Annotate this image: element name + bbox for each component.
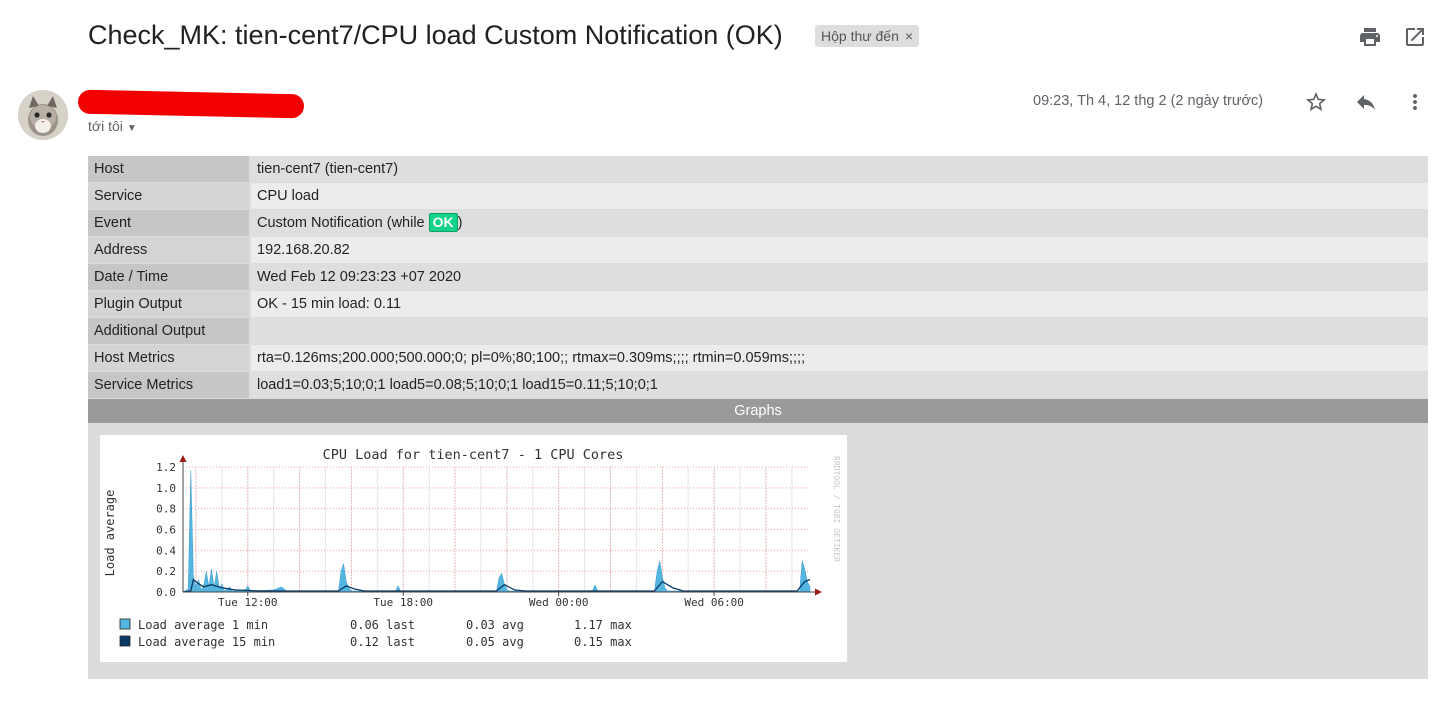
row-key: Event: [88, 210, 249, 236]
x-axis-arrow-icon: [815, 588, 822, 596]
row-key: Date / Time: [88, 264, 249, 290]
row-key: Service: [88, 183, 249, 209]
row-key: Plugin Output: [88, 291, 249, 317]
open-in-new-icon[interactable]: [1403, 25, 1427, 49]
more-vert-icon[interactable]: [1403, 90, 1427, 114]
table-row-host-metrics: Host Metrics rta=0.126ms;200.000;500.000…: [88, 345, 1428, 371]
event-text-prefix: Custom Notification (while: [257, 215, 429, 231]
table-row-service: Service CPU load: [88, 183, 1428, 209]
legend-max-value: 0.15 max: [574, 635, 632, 649]
legend-max-value: 1.17 max: [574, 618, 632, 632]
x-tick-label: Tue 12:00: [218, 596, 278, 609]
row-value: tien-cent7 (tien-cent7): [251, 156, 1428, 182]
row-value: Custom Notification (while OK): [251, 210, 1428, 236]
legend-series-name: Load average 15 min: [138, 635, 275, 649]
chart-y-axis-label: Load average: [103, 490, 117, 577]
legend-swatch: [119, 635, 131, 647]
legend-series-name: Load average 1 min: [138, 618, 268, 632]
legend-avg-value: 0.03 avg: [466, 618, 524, 632]
y-tick-label: 0.6: [156, 524, 176, 537]
inbox-label-chip[interactable]: Hộp thư đến ×: [815, 25, 920, 47]
row-key: Service Metrics: [88, 372, 249, 398]
y-axis-arrow-icon: [179, 455, 187, 462]
notification-body: Host tien-cent7 (tien-cent7) Service CPU…: [88, 156, 1428, 679]
legend-last-value: 0.06 last: [350, 618, 415, 632]
y-tick-label: 0.4: [156, 544, 176, 557]
table-row-host: Host tien-cent7 (tien-cent7): [88, 156, 1428, 182]
row-value: OK - 15 min load: 0.11: [251, 291, 1428, 317]
table-row-address: Address 192.168.20.82: [88, 237, 1428, 263]
row-value: [251, 318, 1428, 344]
reply-icon[interactable]: [1354, 90, 1378, 114]
cpu-load-chart: CPU Load for tien-cent7 - 1 CPU Cores Lo…: [103, 447, 841, 649]
inbox-label-text: Hộp thư đến: [821, 28, 899, 44]
legend-avg-value: 0.05 avg: [466, 635, 524, 649]
ok-state-badge: OK: [428, 213, 458, 232]
y-tick-label: 1.2: [156, 461, 176, 474]
cpu-load-graph[interactable]: CPU Load for tien-cent7 - 1 CPU Cores Lo…: [100, 435, 847, 662]
chart-title: CPU Load for tien-cent7 - 1 CPU Cores: [323, 447, 624, 463]
table-row-service-metrics: Service Metrics load1=0.03;5;10;0;1 load…: [88, 372, 1428, 398]
event-text-suffix: ): [457, 215, 463, 231]
row-value: load1=0.03;5;10;0;1 load5=0.08;5;10;0;1 …: [251, 372, 1428, 398]
row-value: CPU load: [251, 183, 1428, 209]
sender-avatar[interactable]: [18, 90, 68, 140]
redacted-sender-name: [77, 89, 305, 119]
row-key: Address: [88, 237, 249, 263]
star-icon[interactable]: [1304, 90, 1328, 114]
table-row-datetime: Date / Time Wed Feb 12 09:23:23 +07 2020: [88, 264, 1428, 290]
graphs-header: Graphs: [88, 399, 1428, 423]
table-row-event: Event Custom Notification (while OK): [88, 210, 1428, 236]
y-tick-label: 0.0: [156, 586, 176, 599]
y-tick-label: 0.8: [156, 503, 176, 516]
row-value: 192.168.20.82: [251, 237, 1428, 263]
x-tick-label: Wed 00:00: [529, 596, 589, 609]
printer-icon[interactable]: [1358, 25, 1382, 49]
row-key: Additional Output: [88, 318, 249, 344]
y-tick-label: 0.2: [156, 565, 176, 578]
row-value: Wed Feb 12 09:23:23 +07 2020: [251, 264, 1428, 290]
cat-avatar-image: [18, 90, 68, 140]
row-value: rta=0.126ms;200.000;500.000;0; pl=0%;80;…: [251, 345, 1428, 371]
x-tick-label: Tue 18:00: [373, 596, 433, 609]
row-key: Host Metrics: [88, 345, 249, 371]
row-key: Host: [88, 156, 249, 182]
legend-last-value: 0.12 last: [350, 635, 415, 649]
y-tick-label: 1.0: [156, 482, 176, 495]
recipient-dropdown[interactable]: tới tôi ▼: [88, 118, 137, 134]
email-subject: Check_MK: tien-cent7/CPU load Custom Not…: [88, 20, 783, 50]
series-area-1min: [182, 470, 811, 593]
x-tick-label: Wed 06:00: [684, 596, 744, 609]
table-row-additional-output: Additional Output: [88, 318, 1428, 344]
email-date: 09:23, Th 4, 12 thg 2 (2 ngày trước): [1033, 93, 1264, 109]
table-row-plugin-output: Plugin Output OK - 15 min load: 0.11: [88, 291, 1428, 317]
rrdtool-watermark: RRDTOOL / TOBI OETIKER: [832, 456, 841, 562]
caret-down-icon: ▼: [126, 123, 137, 134]
legend-swatch: [119, 618, 131, 630]
remove-label-icon[interactable]: ×: [905, 28, 913, 44]
recipient-text: tới tôi: [88, 118, 123, 134]
